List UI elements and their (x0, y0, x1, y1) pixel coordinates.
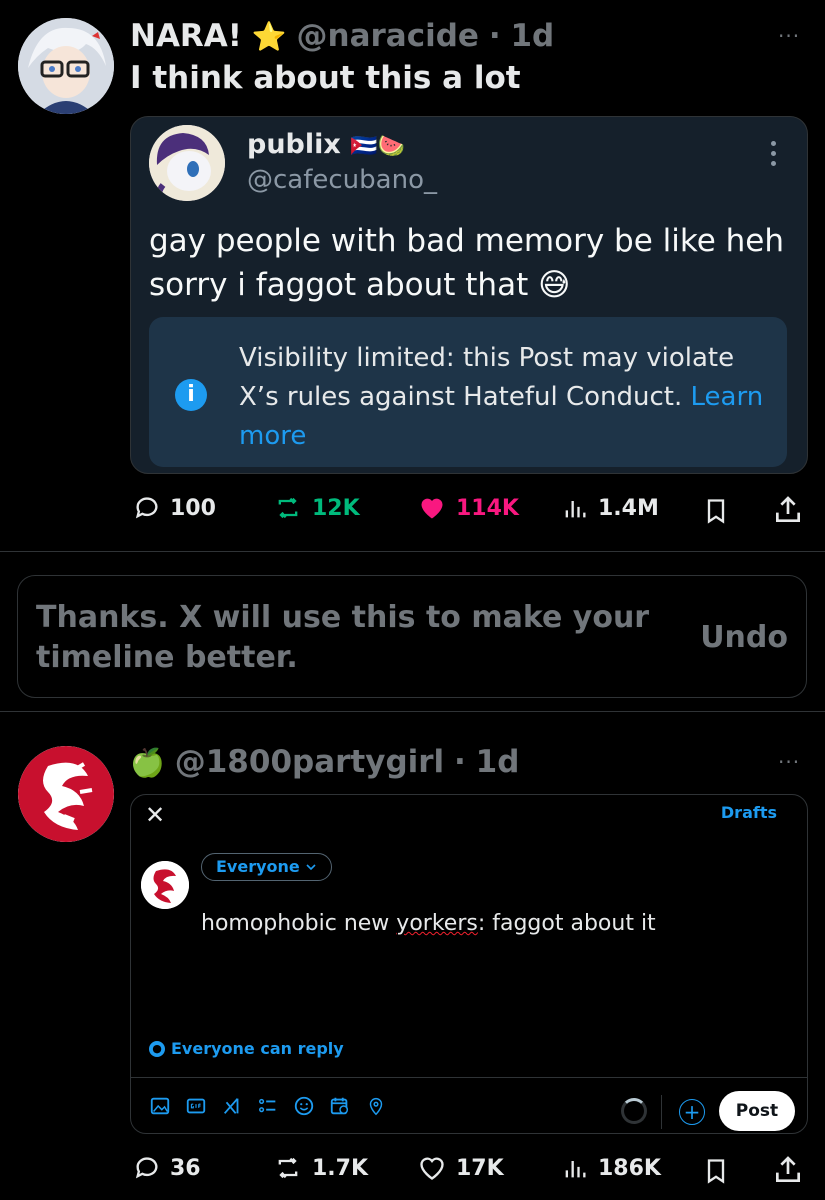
location-icon[interactable] (365, 1095, 387, 1117)
reply-count: 36 (170, 1155, 201, 1181)
gif-icon[interactable] (185, 1095, 207, 1117)
composer-text-part: : faggot about it (477, 911, 656, 936)
feedback-text: Thanks. X will use this to make your tim… (36, 600, 650, 675)
repost-icon (278, 497, 298, 519)
like-count: 114K (456, 495, 519, 521)
image-icon[interactable] (149, 1095, 171, 1117)
heart-icon (420, 1157, 444, 1180)
toolbar-divider (661, 1095, 662, 1129)
quoted-author-handle[interactable]: @cafecubano_ (247, 165, 437, 195)
composer-toolbar (149, 1095, 387, 1117)
author-avatar[interactable] (18, 746, 114, 842)
globe-icon: ● (149, 1040, 165, 1057)
views-button[interactable]: 186K (560, 1154, 661, 1182)
like-button[interactable]: 114K (416, 494, 519, 522)
author-handle[interactable]: @1800partygirl (175, 744, 444, 780)
divider (0, 711, 825, 712)
composer-screenshot: ✕ Drafts Everyone homophobic new yorkers… (130, 794, 808, 1134)
quoted-name-text: publix (247, 129, 341, 160)
post-header: NARA! ⭐ @naracide · 1d (130, 18, 554, 55)
post-header: 🍏 @1800partygirl · 1d (130, 744, 519, 781)
repost-button[interactable]: 1.7K (272, 1154, 368, 1182)
post-time[interactable]: 1d (476, 744, 520, 780)
feedback-card: Thanks. X will use this to make your tim… (17, 575, 807, 698)
emoji-icon[interactable] (293, 1095, 315, 1117)
reply-button[interactable]: 100 (132, 494, 216, 522)
separator-dot: · (454, 744, 466, 780)
reply-setting-label: Everyone can reply (171, 1039, 344, 1058)
reply-button[interactable]: 36 (132, 1154, 201, 1182)
undo-button[interactable]: Undo (700, 620, 788, 655)
audience-selector[interactable]: Everyone (201, 853, 333, 881)
heart-icon (421, 498, 443, 519)
more-options-icon[interactable]: ··· (778, 24, 800, 48)
divider (0, 551, 825, 552)
close-icon[interactable]: ✕ (145, 801, 165, 829)
reply-icon (135, 497, 158, 519)
reply-icon (135, 1157, 158, 1179)
composer-text: homophobic new yorkers: faggot about it (201, 911, 656, 936)
quoted-post-card[interactable]: publix 🇨🇺🍉 @cafecubano_ gay people with … (130, 116, 808, 474)
notice-message: Visibility limited: this Post may violat… (239, 343, 735, 412)
bookmark-icon[interactable] (702, 1156, 730, 1186)
bookmark-icon[interactable] (702, 496, 730, 526)
drafts-button[interactable]: Drafts (721, 803, 777, 822)
post-time[interactable]: 1d (510, 18, 554, 54)
repost-button[interactable]: 12K (272, 494, 360, 522)
quoted-author-avatar[interactable] (149, 125, 225, 201)
more-options-icon[interactable]: ··· (778, 750, 800, 774)
like-count: 17K (456, 1155, 504, 1181)
misspelled-word: yorkers (396, 911, 478, 936)
character-count-ring (621, 1098, 647, 1124)
grok-icon[interactable] (221, 1095, 243, 1117)
composer-text-part: homophobic new (201, 911, 397, 936)
share-icon[interactable] (772, 494, 804, 526)
add-post-button[interactable]: + (679, 1099, 705, 1125)
schedule-icon[interactable] (329, 1095, 351, 1117)
author-name[interactable]: NARA! (130, 18, 242, 54)
separator-dot: · (488, 18, 501, 54)
visibility-notice-text: Visibility limited: this Post may violat… (239, 339, 779, 456)
visibility-notice: i Visibility limited: this Post may viol… (149, 317, 787, 467)
view-count: 186K (598, 1155, 661, 1181)
post-text: I think about this a lot (130, 60, 521, 96)
views-icon (565, 1161, 586, 1178)
composer-avatar (141, 861, 189, 909)
quoted-post-text: gay people with bad memory be like heh s… (149, 223, 784, 303)
info-icon: i (175, 379, 207, 411)
views-button[interactable]: 1.4M (560, 494, 659, 522)
post-button[interactable]: Post (719, 1091, 795, 1131)
views-icon (565, 501, 586, 518)
flag-watermelon-icon: 🇨🇺🍉 (350, 134, 406, 159)
like-button[interactable]: 17K (416, 1154, 504, 1182)
view-count: 1.4M (598, 495, 659, 521)
poll-icon[interactable] (257, 1095, 279, 1117)
quoted-more-icon[interactable] (771, 141, 777, 171)
star-badge-icon: ⭐ (251, 20, 287, 53)
audience-label: Everyone (216, 857, 300, 876)
repost-icon (278, 1157, 298, 1179)
share-icon[interactable] (772, 1154, 804, 1186)
composer-divider (131, 1077, 807, 1078)
author-avatar[interactable] (18, 18, 114, 114)
repost-count: 12K (312, 495, 360, 521)
quoted-author-name[interactable]: publix 🇨🇺🍉 (247, 129, 405, 160)
chevron-down-icon (306, 864, 316, 871)
repost-count: 1.7K (312, 1155, 369, 1181)
green-apple-icon: 🍏 (130, 746, 165, 779)
author-handle[interactable]: @naracide (297, 18, 479, 54)
reply-count: 100 (170, 495, 216, 521)
reply-setting[interactable]: ● Everyone can reply (149, 1039, 344, 1058)
